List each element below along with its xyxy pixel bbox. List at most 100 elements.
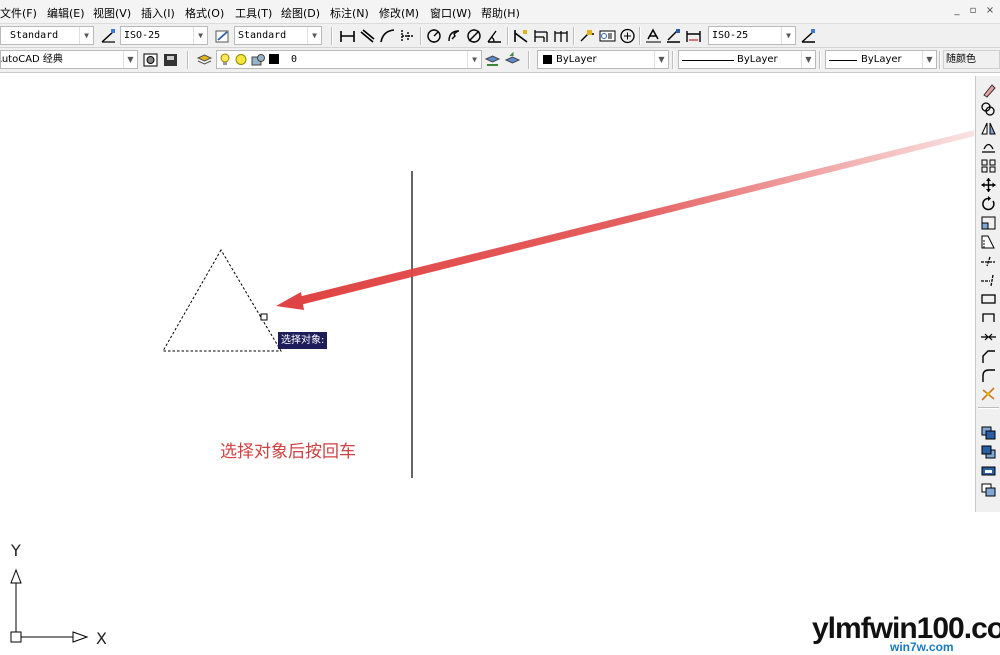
move-icon[interactable]: [980, 177, 997, 193]
bring-above-icon[interactable]: [980, 463, 997, 479]
dimension-text-edit-icon[interactable]: [665, 28, 682, 44]
workspace-save-icon[interactable]: [162, 52, 179, 68]
lineweight-preview: [829, 60, 857, 61]
linetype-select[interactable]: ByLayer ▼: [678, 50, 816, 69]
toolbar-separator: [939, 51, 941, 69]
dimension-update-icon[interactable]: [685, 28, 702, 44]
scale-icon[interactable]: [980, 215, 997, 231]
mirror-icon[interactable]: [980, 120, 997, 136]
table-style-select[interactable]: Standard ▼: [234, 26, 322, 45]
dim-style-select[interactable]: ISO-25 ▼: [120, 26, 208, 45]
menu-view[interactable]: 视图(V): [93, 5, 131, 21]
diameter-dimension-icon[interactable]: [466, 28, 483, 44]
jogged-dimension-icon[interactable]: [446, 28, 463, 44]
menu-window[interactable]: 窗口(W): [430, 5, 471, 21]
menu-file[interactable]: 文件(F): [0, 5, 37, 21]
workspace-settings-icon[interactable]: [142, 52, 159, 68]
dim-style-control-select[interactable]: ISO-25 ▼: [708, 26, 796, 45]
linear-dimension-icon[interactable]: [339, 28, 356, 44]
plot-style-select[interactable]: 随颜色: [943, 50, 1000, 69]
aligned-dimension-icon[interactable]: [359, 28, 376, 44]
chamfer-icon[interactable]: [980, 348, 997, 364]
lineweight-select[interactable]: ByLayer ▼: [825, 50, 937, 69]
color-select[interactable]: ByLayer ▼: [537, 50, 669, 69]
dim-style-icon[interactable]: [100, 28, 117, 44]
tolerance-icon[interactable]: [599, 28, 616, 44]
ordinate-dimension-icon[interactable]: [399, 28, 416, 44]
ucs-y-label: Y: [11, 541, 21, 560]
modify-toolbar: [975, 76, 1000, 512]
table-style-icon[interactable]: [214, 28, 231, 44]
text-style-value: Standard: [10, 30, 59, 41]
stretch-icon[interactable]: [980, 234, 997, 250]
menu-help[interactable]: 帮助(H): [481, 5, 520, 21]
menu-modify[interactable]: 修改(M): [379, 5, 419, 21]
menu-format[interactable]: 格式(O): [185, 5, 224, 21]
layers-toolbar: AutoCAD 经典 ▼ 0 ▼ ByLayer ▼ ByLayer ▼ ByL…: [0, 48, 1000, 73]
chevron-down-icon: ▼: [467, 51, 481, 68]
layer-manager-icon[interactable]: [196, 52, 213, 68]
dimension-edit-icon[interactable]: [645, 28, 662, 44]
menu-draw[interactable]: 绘图(D): [281, 5, 320, 21]
extend-icon[interactable]: [980, 272, 997, 288]
menu-dimension[interactable]: 标注(N): [330, 5, 369, 21]
make-current-layer-icon[interactable]: [484, 52, 501, 68]
styles-toolbar: Standard ▼ ISO-25 ▼ Standard ▼ ISO-25 ▼: [0, 24, 1000, 48]
send-under-icon[interactable]: [980, 482, 997, 498]
center-mark-icon[interactable]: [619, 28, 636, 44]
minimize-button[interactable]: _: [950, 4, 964, 18]
draw-order-front-icon[interactable]: [980, 425, 997, 441]
lightbulb-icon[interactable]: [220, 53, 230, 68]
break-icon[interactable]: [980, 310, 997, 326]
chevron-down-icon: ▼: [654, 51, 668, 68]
menu-tools[interactable]: 工具(T): [235, 5, 272, 21]
rotate-icon[interactable]: [980, 196, 997, 212]
draw-order-back-icon[interactable]: [980, 444, 997, 460]
table-style-value: Standard: [238, 30, 287, 41]
workspace-select[interactable]: AutoCAD 经典 ▼: [0, 50, 138, 69]
layer-color-swatch[interactable]: [269, 54, 279, 64]
toolbar-separator: [331, 27, 333, 45]
fillet-icon[interactable]: [980, 367, 997, 383]
array-icon[interactable]: [980, 158, 997, 174]
chevron-down-icon: ▼: [79, 27, 93, 44]
quick-leader-icon[interactable]: [579, 28, 596, 44]
join-icon[interactable]: [980, 329, 997, 345]
chevron-down-icon: ▼: [801, 51, 815, 68]
radius-dimension-icon[interactable]: [426, 28, 443, 44]
explode-icon[interactable]: [980, 386, 997, 402]
drawing-canvas[interactable]: [0, 74, 974, 655]
chevron-down-icon: ▼: [307, 27, 321, 44]
baseline-dimension-icon[interactable]: [533, 28, 550, 44]
quick-dimension-icon[interactable]: [513, 28, 530, 44]
toolbar-separator: [978, 407, 999, 409]
break-at-point-icon[interactable]: [980, 291, 997, 307]
sun-icon[interactable]: [235, 53, 247, 68]
layer-lock-icon[interactable]: [251, 53, 265, 68]
restore-button[interactable]: ▫: [966, 4, 980, 18]
menu-edit[interactable]: 编辑(E): [47, 5, 85, 21]
ucs-origin-box: [10, 631, 22, 643]
dim-style-control-value: ISO-25: [712, 30, 749, 41]
toolbar-separator: [672, 51, 674, 69]
ucs-y-arrow: [10, 568, 22, 584]
continue-dimension-icon[interactable]: [553, 28, 570, 44]
toolbar-separator: [528, 51, 530, 69]
trim-icon[interactable]: [980, 253, 997, 269]
dim-style-manager-icon[interactable]: [800, 28, 817, 44]
arc-length-icon[interactable]: [379, 28, 396, 44]
selected-triangle[interactable]: [162, 249, 282, 352]
menu-bar: 文件(F) 编辑(E) 视图(V) 插入(I) 格式(O) 工具(T) 绘图(D…: [0, 0, 1000, 24]
menu-insert[interactable]: 插入(I): [141, 5, 175, 21]
erase-icon[interactable]: [980, 82, 997, 98]
select-objects-tooltip: 选择对象:: [278, 332, 328, 349]
layer-select[interactable]: 0 ▼: [216, 50, 482, 69]
copy-icon[interactable]: [980, 101, 997, 117]
close-button[interactable]: ×: [983, 4, 997, 18]
angular-dimension-icon[interactable]: [486, 28, 503, 44]
offset-icon[interactable]: [980, 139, 997, 155]
toolbar-separator: [639, 27, 641, 45]
text-style-select[interactable]: Standard ▼: [0, 26, 94, 45]
color-swatch: [543, 55, 552, 64]
layer-previous-icon[interactable]: [504, 52, 521, 68]
